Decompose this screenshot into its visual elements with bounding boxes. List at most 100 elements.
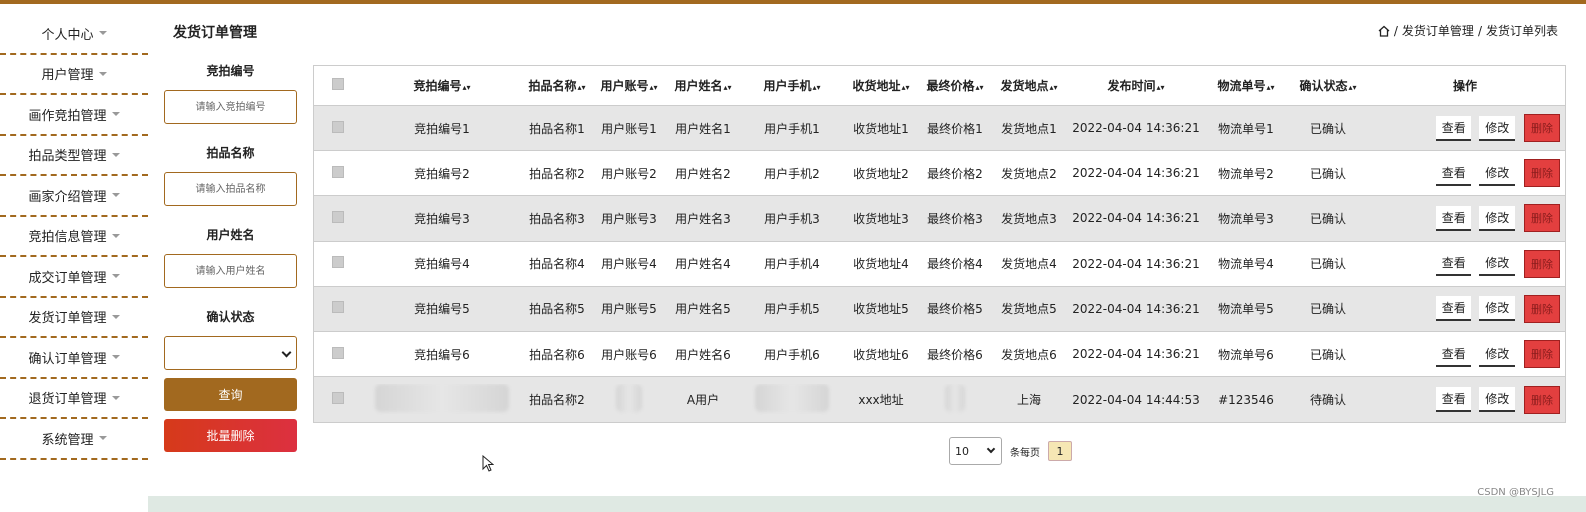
field-label-user-name: 用户姓名 xyxy=(206,228,255,242)
edit-button[interactable]: 修改 xyxy=(1479,115,1515,141)
delete-button[interactable]: 删除 xyxy=(1523,294,1560,323)
table-cell: 2022-04-04 14:36:21 xyxy=(1072,211,1200,226)
orders-table: 竞拍编号▴▾ 拍品名称▴▾ 用户账号▴▾ 用户姓名▴▾ 用户手机▴▾ 收货地址▴▾ 最终价格… xyxy=(313,65,1566,424)
column-header[interactable]: 收货地址▴▾ xyxy=(844,77,918,94)
table-cell: 最终价格2 xyxy=(927,166,983,181)
checkbox-cell xyxy=(314,301,362,316)
sidebar-item[interactable]: 用户管理 xyxy=(0,55,148,95)
caret-down-icon xyxy=(98,71,107,76)
row-checkbox[interactable] xyxy=(332,346,344,359)
row-actions: 查看 修改 删除 xyxy=(1370,204,1560,233)
sidebar-item-label: 用户管理 xyxy=(41,68,94,84)
query-button[interactable]: 查询 xyxy=(164,378,297,411)
sort-icon[interactable]: ▴▾ xyxy=(901,84,909,92)
table-cell: 已确认 xyxy=(1309,121,1346,136)
column-header[interactable]: 用户手机▴▾ xyxy=(740,77,844,94)
column-header-label: 用户姓名 xyxy=(674,79,723,93)
sort-icon[interactable]: ▴▾ xyxy=(1266,84,1274,92)
view-button[interactable]: 查看 xyxy=(1436,115,1472,141)
column-header-label: 确认状态 xyxy=(1299,79,1348,93)
sort-icon[interactable]: ▴▾ xyxy=(462,84,470,92)
page-button-current[interactable]: 1 xyxy=(1048,441,1072,461)
sort-icon[interactable]: ▴▾ xyxy=(812,84,820,92)
table-cell: 物流单号1 xyxy=(1218,121,1274,136)
table-cell: 物流单号2 xyxy=(1218,166,1274,181)
table-cell: 用户手机1 xyxy=(764,121,820,136)
column-header[interactable]: 发货地点▴▾ xyxy=(992,77,1066,94)
delete-button[interactable]: 删除 xyxy=(1523,159,1560,188)
column-header[interactable]: 竞拍编号▴▾ xyxy=(362,77,522,94)
delete-button[interactable]: 删除 xyxy=(1523,204,1560,233)
view-button[interactable]: 查看 xyxy=(1436,205,1472,231)
table-cell: 竞拍编号3 xyxy=(414,211,470,226)
delete-button[interactable]: 删除 xyxy=(1523,385,1560,414)
table-cell: 已确认 xyxy=(1309,257,1346,272)
delete-button[interactable]: 删除 xyxy=(1523,340,1560,369)
row-checkbox[interactable] xyxy=(332,301,344,314)
sidebar-item[interactable]: 个人中心 xyxy=(0,14,148,55)
sidebar-item[interactable]: 退货订单管理 xyxy=(0,379,148,419)
column-header[interactable]: 发布时间▴▾ xyxy=(1066,77,1206,94)
row-checkbox[interactable] xyxy=(332,392,344,405)
row-checkbox[interactable] xyxy=(332,210,344,223)
status-select[interactable] xyxy=(164,336,297,370)
sidebar-item-label: 退货订单管理 xyxy=(28,392,107,408)
row-checkbox[interactable] xyxy=(332,256,344,269)
table-cell: 竞拍编号6 xyxy=(414,347,470,362)
edit-button[interactable]: 修改 xyxy=(1479,160,1515,186)
table-cell: A用户 xyxy=(686,393,720,408)
column-header[interactable]: 用户姓名▴▾ xyxy=(666,77,740,94)
view-button[interactable]: 查看 xyxy=(1436,387,1472,413)
column-header[interactable]: 拍品名称▴▾ xyxy=(522,77,592,94)
delete-button[interactable]: 删除 xyxy=(1523,249,1560,278)
view-button[interactable]: 查看 xyxy=(1436,341,1472,367)
table-cell: 最终价格6 xyxy=(927,347,983,362)
sidebar-item[interactable]: 画家介绍管理 xyxy=(0,176,148,217)
user-name-input[interactable] xyxy=(164,254,297,288)
sidebar-item[interactable]: 发货订单管理 xyxy=(0,298,148,338)
sort-icon[interactable]: ▴▾ xyxy=(975,84,983,92)
edit-button[interactable]: 修改 xyxy=(1479,205,1515,231)
table-cell: 竞拍编号4 xyxy=(414,257,470,272)
column-header[interactable]: 确认状态▴▾ xyxy=(1286,77,1370,94)
auction-no-input[interactable] xyxy=(164,90,297,124)
sort-icon[interactable]: ▴▾ xyxy=(577,84,585,92)
edit-button[interactable]: 修改 xyxy=(1479,251,1515,277)
view-button[interactable]: 查看 xyxy=(1436,160,1472,186)
edit-button[interactable]: 修改 xyxy=(1479,296,1515,322)
item-name-input[interactable] xyxy=(164,172,297,206)
breadcrumb-item-manage[interactable]: 发货订单管理 xyxy=(1402,22,1474,39)
breadcrumb: / 发货订单管理 / 发货订单列表 xyxy=(1378,22,1558,39)
column-header[interactable]: 用户账号▴▾ xyxy=(592,77,666,94)
sort-icon[interactable]: ▴▾ xyxy=(649,84,657,92)
sort-icon[interactable]: ▴▾ xyxy=(1156,84,1164,92)
table-cell: 用户账号6 xyxy=(601,347,657,362)
select-all-checkbox[interactable] xyxy=(332,78,344,90)
home-icon[interactable] xyxy=(1378,25,1390,37)
sidebar-item[interactable]: 竞拍信息管理 xyxy=(0,217,148,257)
edit-button[interactable]: 修改 xyxy=(1479,387,1515,413)
view-button[interactable]: 查看 xyxy=(1436,296,1472,322)
view-button[interactable]: 查看 xyxy=(1436,251,1472,277)
edit-button[interactable]: 修改 xyxy=(1479,341,1515,367)
sidebar-item[interactable]: 画作竞拍管理 xyxy=(0,95,148,136)
table-cell: 已确认 xyxy=(1309,211,1346,226)
column-header-label: 用户手机 xyxy=(763,79,812,93)
column-header[interactable]: 物流单号▴▾ xyxy=(1206,77,1286,94)
delete-button[interactable]: 删除 xyxy=(1523,114,1560,143)
column-header[interactable]: 最终价格▴▾ xyxy=(918,77,992,94)
field-label-auction-no: 竞拍编号 xyxy=(206,64,255,78)
sidebar-item[interactable]: 拍品类型管理 xyxy=(0,136,148,176)
row-checkbox[interactable] xyxy=(332,120,344,133)
batch-delete-button[interactable]: 批量删除 xyxy=(164,419,297,452)
sort-icon[interactable]: ▴▾ xyxy=(1049,84,1057,92)
caret-down-icon xyxy=(111,314,120,319)
sort-icon[interactable]: ▴▾ xyxy=(1348,84,1356,92)
sidebar-item[interactable]: 系统管理 xyxy=(0,419,148,460)
sort-icon[interactable]: ▴▾ xyxy=(723,84,731,92)
page-size-select[interactable]: 10 xyxy=(949,437,1002,465)
table-cell: 上海 xyxy=(1016,393,1041,408)
sidebar-item[interactable]: 成交订单管理 xyxy=(0,257,148,298)
row-checkbox[interactable] xyxy=(332,165,344,178)
sidebar-item[interactable]: 确认订单管理 xyxy=(0,338,148,379)
